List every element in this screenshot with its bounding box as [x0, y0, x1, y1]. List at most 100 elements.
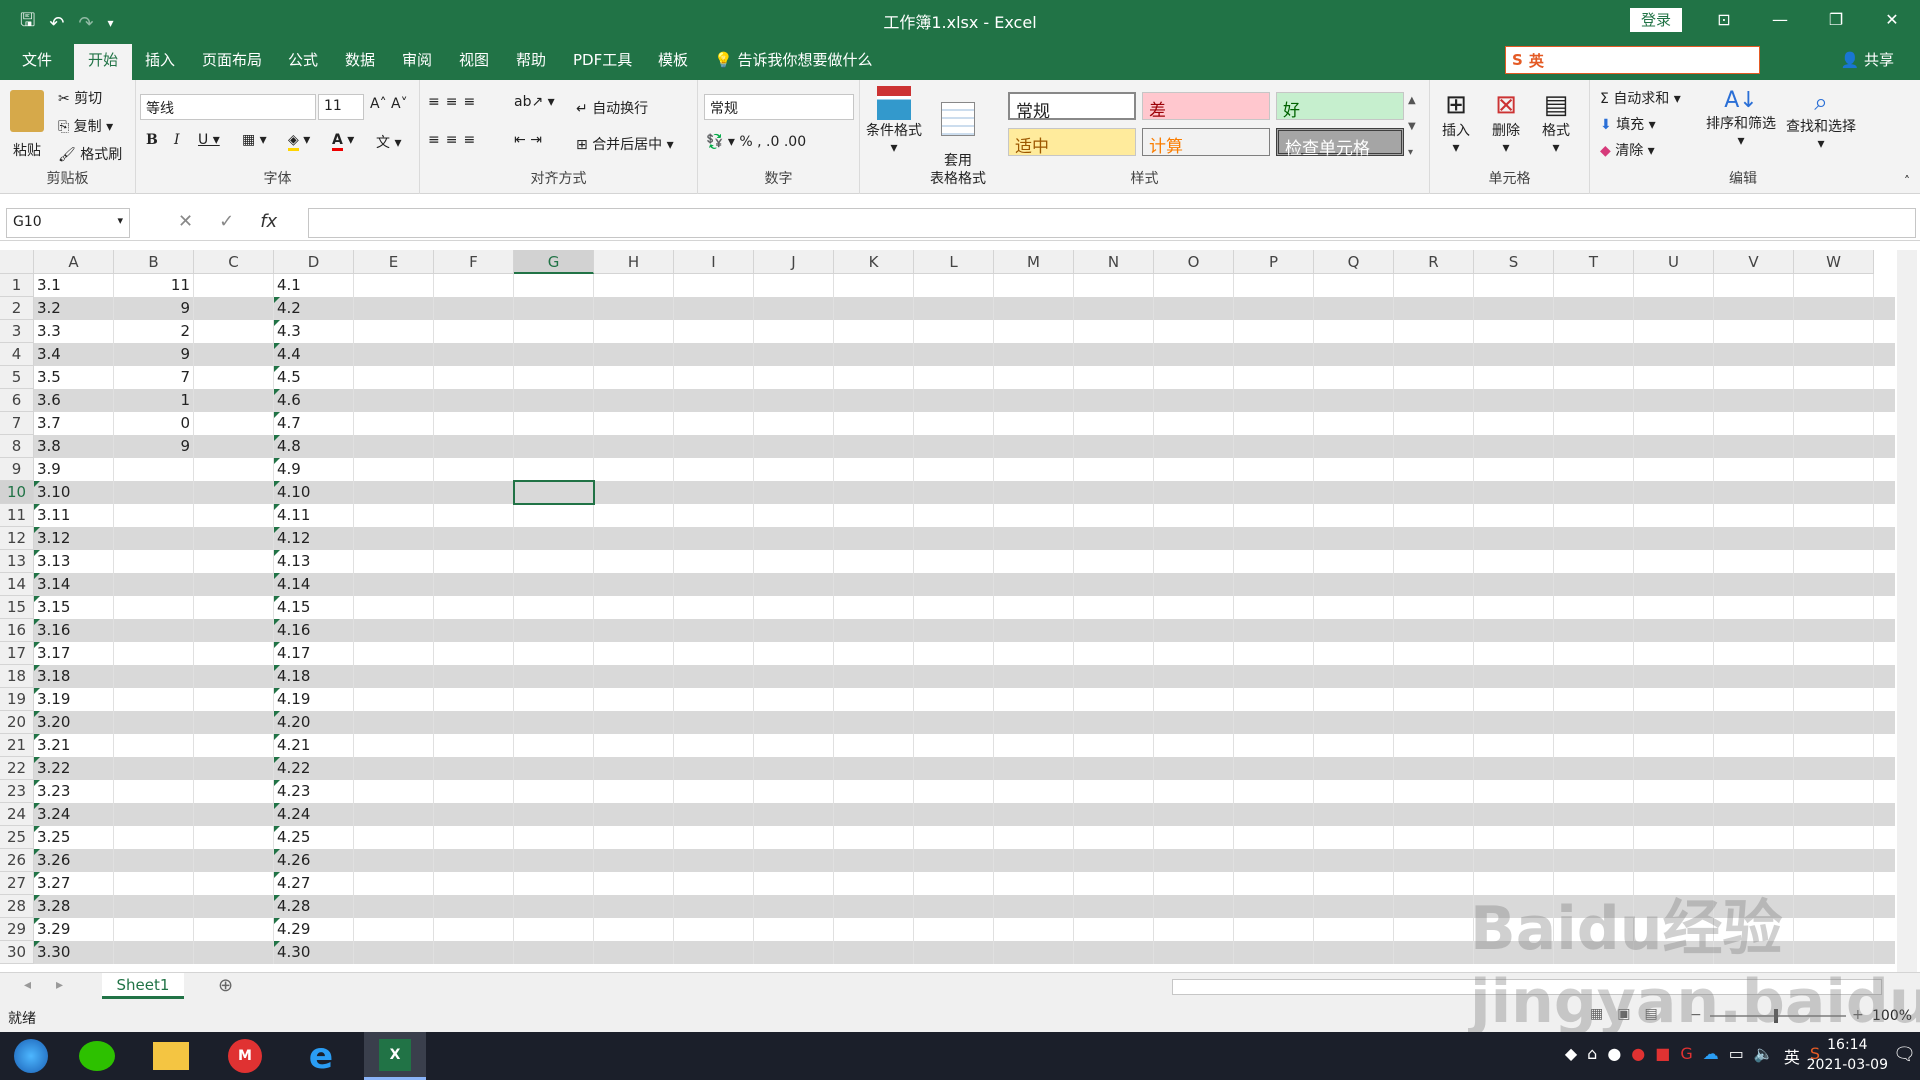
cell-c[interactable] — [194, 757, 274, 780]
cell-empty[interactable] — [434, 826, 514, 849]
tell-me-search[interactable]: 💡 告诉我你想要做什么 — [714, 49, 872, 70]
cell-empty[interactable] — [1394, 918, 1474, 941]
cell-a[interactable]: 3.12 — [34, 527, 114, 550]
cell-c[interactable] — [194, 826, 274, 849]
cell-empty[interactable] — [1634, 711, 1714, 734]
cell-empty[interactable] — [1554, 343, 1634, 366]
cell-d[interactable]: 4.1 — [274, 274, 354, 297]
cell-empty[interactable] — [1234, 435, 1314, 458]
cell-a[interactable]: 3.22 — [34, 757, 114, 780]
column-header-q[interactable]: Q — [1314, 250, 1394, 274]
cell-empty[interactable] — [514, 527, 594, 550]
cell-empty[interactable] — [594, 550, 674, 573]
column-header-a[interactable]: A — [34, 250, 114, 274]
cell-empty[interactable] — [1474, 895, 1554, 918]
cell-empty[interactable] — [1794, 642, 1874, 665]
cell-empty[interactable] — [674, 665, 754, 688]
cell-a[interactable]: 3.24 — [34, 803, 114, 826]
cell-empty[interactable] — [914, 435, 994, 458]
cell-empty[interactable] — [1394, 757, 1474, 780]
cell-empty[interactable] — [434, 642, 514, 665]
clear-button[interactable]: ◆ 清除 ▾ — [1600, 140, 1655, 160]
cell-a[interactable]: 3.13 — [34, 550, 114, 573]
cell-empty[interactable] — [1234, 757, 1314, 780]
row-header[interactable]: 19 — [0, 688, 34, 711]
cell-empty[interactable] — [594, 458, 674, 481]
cell-empty[interactable] — [434, 734, 514, 757]
cell-empty[interactable] — [594, 872, 674, 895]
cell-empty[interactable] — [1314, 504, 1394, 527]
cell-empty[interactable] — [1154, 918, 1234, 941]
cell-empty[interactable] — [1554, 619, 1634, 642]
column-header-w[interactable]: W — [1794, 250, 1874, 274]
cell-a[interactable]: 3.11 — [34, 504, 114, 527]
cell-empty[interactable] — [754, 757, 834, 780]
notification-icon[interactable]: 🗨 — [1893, 1044, 1916, 1065]
cell-empty[interactable] — [1074, 803, 1154, 826]
cell-empty[interactable] — [1154, 688, 1234, 711]
column-header-i[interactable]: I — [674, 250, 754, 274]
cell-a[interactable]: 3.30 — [34, 941, 114, 964]
cell-empty[interactable] — [434, 573, 514, 596]
cell-empty[interactable] — [1314, 550, 1394, 573]
cell-empty[interactable] — [914, 527, 994, 550]
cell-empty[interactable] — [594, 343, 674, 366]
cell-b[interactable] — [114, 665, 194, 688]
cell-empty[interactable] — [1314, 274, 1394, 297]
cell-empty[interactable] — [1394, 573, 1474, 596]
cell-empty[interactable] — [1634, 849, 1714, 872]
start-button[interactable] — [0, 1032, 62, 1080]
cell-empty[interactable] — [1234, 458, 1314, 481]
cell-empty[interactable] — [434, 527, 514, 550]
cell-empty[interactable] — [1634, 573, 1714, 596]
tab-file[interactable]: 文件 — [22, 49, 52, 70]
cell-empty[interactable] — [994, 527, 1074, 550]
cell-d[interactable]: 4.5 — [274, 366, 354, 389]
cell-empty[interactable] — [834, 320, 914, 343]
cell-empty[interactable] — [674, 757, 754, 780]
cell-empty[interactable] — [834, 435, 914, 458]
login-button[interactable]: 登录 — [1630, 8, 1682, 32]
cell-c[interactable] — [194, 665, 274, 688]
cell-empty[interactable] — [1554, 849, 1634, 872]
style-bad[interactable]: 差 — [1142, 92, 1270, 121]
cell-empty[interactable] — [1394, 343, 1474, 366]
cell-empty[interactable] — [754, 642, 834, 665]
cell-empty[interactable] — [514, 734, 594, 757]
cell-empty[interactable] — [994, 458, 1074, 481]
cell-empty[interactable] — [674, 435, 754, 458]
cell-empty[interactable] — [434, 872, 514, 895]
cell-empty[interactable] — [1794, 389, 1874, 412]
cell-empty[interactable] — [514, 688, 594, 711]
cut-button[interactable]: ✂ 剪切 — [58, 88, 102, 108]
cell-c[interactable] — [194, 895, 274, 918]
row-header[interactable]: 8 — [0, 435, 34, 458]
cell-empty[interactable] — [354, 734, 434, 757]
cell-d[interactable]: 4.16 — [274, 619, 354, 642]
cell-b[interactable] — [114, 504, 194, 527]
row-header[interactable]: 13 — [0, 550, 34, 573]
cell-empty[interactable] — [1634, 435, 1714, 458]
cell-empty[interactable] — [754, 941, 834, 964]
cell-empty[interactable] — [514, 297, 594, 320]
cell-empty[interactable] — [834, 757, 914, 780]
cell-empty[interactable] — [914, 757, 994, 780]
cell-empty[interactable] — [1074, 734, 1154, 757]
cell-empty[interactable] — [434, 619, 514, 642]
cell-empty[interactable] — [914, 642, 994, 665]
cell-empty[interactable] — [1714, 918, 1794, 941]
tab-pdf-tools[interactable]: PDF工具 — [573, 49, 632, 70]
column-header-p[interactable]: P — [1234, 250, 1314, 274]
cell-empty[interactable] — [354, 711, 434, 734]
cell-empty[interactable] — [1634, 504, 1714, 527]
cell-c[interactable] — [194, 849, 274, 872]
cell-empty[interactable] — [1794, 573, 1874, 596]
cell-empty[interactable] — [1634, 343, 1714, 366]
cell-empty[interactable] — [674, 389, 754, 412]
cell-empty[interactable] — [1794, 826, 1874, 849]
cell-empty[interactable] — [834, 688, 914, 711]
cell-empty[interactable] — [674, 573, 754, 596]
cell-empty[interactable] — [914, 297, 994, 320]
cell-empty[interactable] — [1314, 412, 1394, 435]
cell-a[interactable]: 3.29 — [34, 918, 114, 941]
